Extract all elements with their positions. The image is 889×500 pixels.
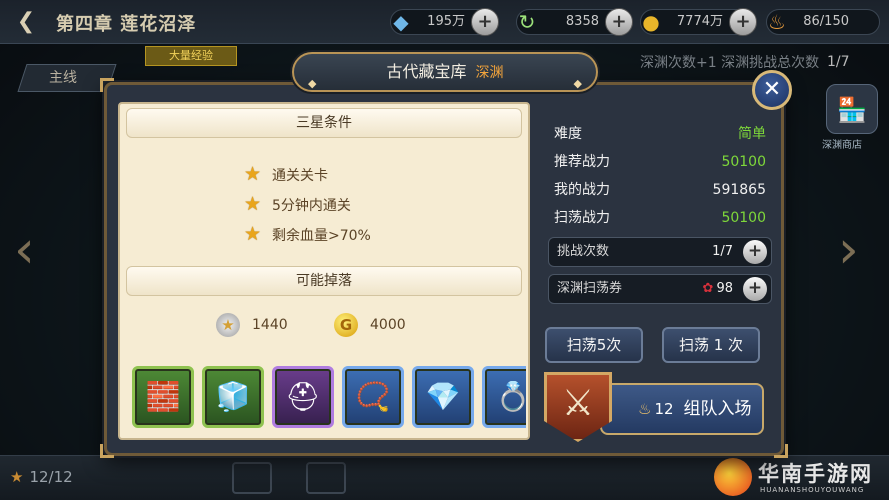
stamina-resource: ♨ 86/150 bbox=[766, 9, 880, 35]
chest-icon[interactable] bbox=[306, 462, 346, 494]
refresh-icon: ↻ bbox=[518, 10, 536, 34]
star-icon: ★ bbox=[244, 163, 262, 185]
shop-label: 深渊商店 bbox=[822, 140, 862, 151]
star-icon: ★ bbox=[10, 468, 24, 486]
stat-value: 简单 bbox=[738, 126, 766, 142]
stamina-flame-icon: ♨ bbox=[768, 10, 786, 34]
corner-ornament bbox=[774, 444, 788, 458]
add-gold-button[interactable]: + bbox=[729, 8, 757, 36]
star-reward: ★ 1440 bbox=[216, 312, 288, 338]
gem-icon: ◆ bbox=[393, 10, 409, 34]
condition-text: 通关关卡 bbox=[272, 168, 328, 184]
watermark-text: 华南手游网 bbox=[758, 462, 873, 486]
drop-items-row: 🧱 🧊 ⛑ 📿 💎 💍 bbox=[130, 366, 526, 434]
gem-resource: ◆ 195万 + bbox=[390, 8, 499, 36]
team-enter-button[interactable]: ♨ 12 组队入场 bbox=[600, 383, 764, 435]
gold-reward-value: 4000 bbox=[370, 317, 406, 333]
challenge-count-value: 1/7 bbox=[712, 244, 733, 259]
challenge-count-label: 挑战次数 bbox=[557, 244, 610, 259]
stat-value: 50100 bbox=[721, 154, 766, 170]
corner-ornament bbox=[100, 78, 114, 92]
my-power-row: 我的战力 591865 bbox=[554, 178, 766, 202]
star-condition: ★ 剩余血量>70% bbox=[244, 222, 371, 246]
abyss-shop-button[interactable]: 🏪 bbox=[826, 84, 878, 134]
star-icon: ★ bbox=[244, 223, 262, 245]
team-enter-label: 组队入场 bbox=[683, 399, 752, 419]
stat-label: 扫荡战力 bbox=[554, 210, 610, 226]
star-count-value: 12/12 bbox=[29, 468, 73, 486]
drops-header: 可能掉落 bbox=[126, 266, 522, 296]
site-watermark: 华南手游网 HUANANSHOUYOUWANG bbox=[714, 456, 889, 500]
add-challenge-button[interactable]: + bbox=[743, 240, 767, 264]
chest-icon[interactable] bbox=[232, 462, 272, 494]
star-count: ★ 12/12 bbox=[10, 468, 73, 486]
gold-coin-icon: G bbox=[334, 313, 358, 337]
blue-armor-block-icon[interactable]: 🧊 bbox=[202, 366, 264, 428]
add-ticket-button[interactable]: + bbox=[743, 277, 767, 301]
sweep-power-row: 扫荡战力 50100 bbox=[554, 206, 766, 230]
stat-label: 难度 bbox=[554, 126, 582, 142]
reward-tag: 大量经验 bbox=[145, 46, 237, 66]
stat-value: 50100 bbox=[721, 210, 766, 226]
gold-reward: G 4000 bbox=[334, 312, 406, 338]
star-reward-value: 1440 bbox=[252, 317, 288, 333]
difficulty-row: 难度 简单 bbox=[554, 122, 766, 146]
stat-label: 我的战力 bbox=[554, 182, 610, 198]
gem-value: 195万 bbox=[427, 14, 465, 29]
gold-ring-icon[interactable]: 💍 bbox=[482, 366, 526, 428]
mainline-tab-label: 主线 bbox=[49, 70, 77, 86]
ticket-icon: ✿ bbox=[702, 281, 714, 296]
next-stage-chevron-icon[interactable]: › bbox=[838, 220, 859, 280]
refresh-value: 8358 bbox=[565, 14, 599, 29]
dialog-title: 古代藏宝库 bbox=[386, 62, 467, 81]
star-condition: ★ 5分钟内通关 bbox=[244, 192, 351, 216]
stat-label: 推荐战力 bbox=[554, 154, 610, 170]
watermark-subtext: HUANANSHOUYOUWANG bbox=[760, 486, 865, 494]
title-ornament: ◆ bbox=[573, 77, 582, 90]
team-energy: ♨ 12 bbox=[638, 400, 674, 418]
sweep-ticket: 深渊扫荡券 ✿ 98 + bbox=[548, 274, 772, 304]
gold-resource: ● 7774万 + bbox=[640, 8, 757, 36]
title-ornament: ◆ bbox=[308, 77, 317, 90]
shop-icon: 🏪 bbox=[837, 96, 867, 124]
dialog-title-tag: 深渊 bbox=[475, 65, 504, 81]
watermark-logo-icon bbox=[714, 458, 752, 496]
star-icon: ★ bbox=[244, 193, 262, 215]
refresh-resource: ↻ 8358 + bbox=[516, 8, 633, 36]
gold-value: 7774万 bbox=[676, 14, 723, 29]
chapter-title: 第四章 莲花沼泽 bbox=[56, 14, 197, 35]
top-bar: ❮ 第四章 莲花沼泽 ◆ 195万 + ↻ 8358 + ● 7774万 + ♨… bbox=[0, 0, 889, 44]
stat-value: 591865 bbox=[712, 182, 766, 198]
close-icon[interactable]: ✕ bbox=[752, 70, 792, 110]
back-arrow-icon[interactable]: ❮ bbox=[8, 8, 44, 36]
add-refresh-button[interactable]: + bbox=[605, 8, 633, 36]
gold-coin-icon: ● bbox=[642, 10, 660, 34]
gold-earrings-icon[interactable]: 💎 bbox=[412, 366, 474, 428]
recommended-power-row: 推荐战力 50100 bbox=[554, 150, 766, 174]
sweep-5-button[interactable]: 扫荡5次 bbox=[545, 327, 643, 363]
corner-ornament bbox=[100, 444, 114, 458]
challenge-count: 挑战次数 1/7 + bbox=[548, 237, 772, 267]
gold-necklace-icon[interactable]: 📿 bbox=[342, 366, 404, 428]
sweep-ticket-count: ✿ 98 bbox=[703, 275, 733, 303]
sweep-ticket-value: 98 bbox=[716, 281, 733, 296]
stamina-value: 86/150 bbox=[803, 14, 849, 29]
purple-helmet-icon[interactable]: ⛑ bbox=[272, 366, 334, 428]
condition-text: 剩余血量>70% bbox=[272, 228, 371, 244]
abyss-count-value: 1/7 bbox=[827, 54, 850, 70]
three-star-header: 三星条件 bbox=[126, 108, 522, 138]
prev-stage-chevron-icon[interactable]: ‹ bbox=[14, 220, 35, 280]
star-medal-icon: ★ bbox=[216, 313, 240, 337]
condition-text: 5分钟内通关 bbox=[272, 198, 351, 214]
dialog-title-plate: ◆ 古代藏宝库 深渊 ◆ bbox=[292, 52, 598, 92]
abyss-count-header: 深渊次数+1 深渊挑战总次数 bbox=[640, 55, 820, 71]
team-energy-value: 12 bbox=[654, 400, 674, 418]
sweep-1-button[interactable]: 扫荡 1 次 bbox=[662, 327, 760, 363]
red-armor-block-icon[interactable]: 🧱 bbox=[132, 366, 194, 428]
star-condition: ★ 通关关卡 bbox=[244, 162, 328, 186]
stage-info-panel: 三星条件 ★ 通关关卡 ★ 5分钟内通关 ★ 剩余血量>70% 可能掉落 ★ 1440 … bbox=[118, 102, 530, 440]
flame-icon: ♨ bbox=[638, 400, 652, 418]
sweep-ticket-label: 深渊扫荡券 bbox=[557, 281, 623, 296]
add-gem-button[interactable]: + bbox=[471, 8, 499, 36]
